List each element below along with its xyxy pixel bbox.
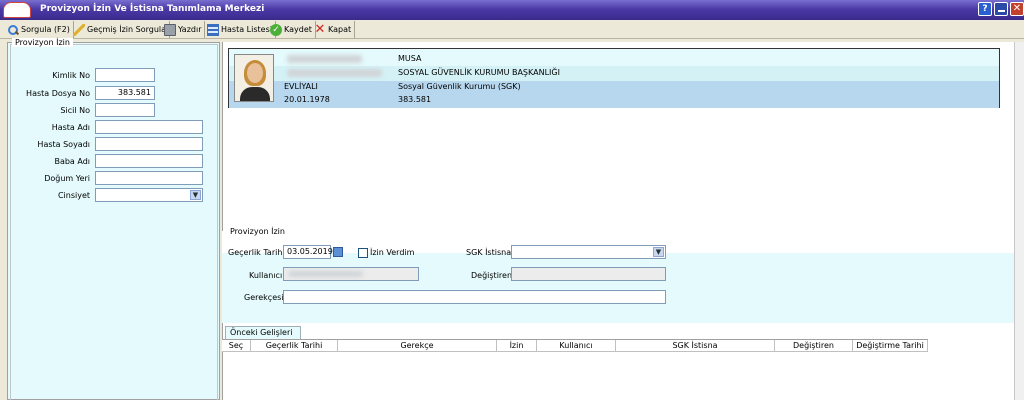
gecerlik-tarihi-input[interactable]: 03.05.2019	[283, 245, 333, 259]
kullanici-label: Kullanıcı	[249, 271, 283, 280]
vertical-scrollbar[interactable]	[1014, 42, 1024, 400]
check-icon: ✓	[270, 23, 282, 36]
column-header[interactable]: SGK İstisna	[616, 340, 775, 352]
gecerlik-tarihi-label: Geçerlik Tarihi	[228, 248, 285, 257]
column-header[interactable]: İzin	[497, 340, 537, 352]
cinsiyet-select[interactable]: ▼	[95, 188, 203, 202]
hasta-listesi-button[interactable]: Hasta Listesi	[204, 21, 276, 38]
patient-card: MUSA SOSYAL GÜVENLİK KURUMU BAŞKANLIĞI E…	[228, 48, 1000, 108]
gecmis-izin-sorgula-button[interactable]: Geçmiş İzin Sorgula	[70, 21, 171, 38]
chevron-down-icon[interactable]: ▼	[653, 247, 664, 257]
column-header[interactable]: Kullanıcı	[537, 340, 616, 352]
column-header[interactable]: Değiştirme Tarihi	[853, 340, 928, 352]
column-header[interactable]: Gerekçe	[338, 340, 497, 352]
izin-verdim-checkbox[interactable]	[358, 248, 368, 258]
hasta-adi-input[interactable]	[95, 120, 203, 134]
kapat-label: Kapat	[328, 25, 352, 34]
tab-onceki-gelisleri[interactable]: Önceki Gelişleri	[225, 326, 301, 339]
minimize-button[interactable]	[994, 2, 1008, 16]
kaydet-label: Kaydet	[284, 25, 312, 34]
search-panel-legend: Provizyon İzin	[12, 38, 73, 47]
column-header[interactable]: Seç	[222, 340, 251, 352]
sorgula-button[interactable]: Sorgula (F2)	[4, 21, 74, 38]
sgk-istisna-select[interactable]: ▼	[511, 245, 666, 259]
chevron-down-icon[interactable]: ▼	[190, 190, 201, 200]
kimlik-no-input[interactable]	[95, 68, 155, 82]
redacted-text	[287, 55, 362, 63]
patient-file-no: 383.581	[398, 95, 432, 104]
printer-icon	[164, 23, 176, 36]
patient-card-row	[229, 81, 999, 108]
hasta-dosya-no-label: Hasta Dosya No	[26, 89, 90, 98]
yazdir-button[interactable]: Yazdır	[161, 21, 206, 38]
help-button[interactable]: ?	[978, 2, 992, 16]
search-icon	[7, 24, 19, 36]
avatar-face	[247, 63, 263, 83]
hasta-dosya-no-input[interactable]: 383.581	[95, 86, 155, 100]
sicil-no-input[interactable]	[95, 103, 155, 117]
patient-birth-date: 20.01.1978	[284, 95, 330, 104]
degistiren-input	[511, 267, 666, 281]
patient-insurance: Sosyal Güvenlik Kurumu (SGK)	[398, 82, 521, 91]
close-icon: ✕	[314, 21, 326, 37]
redacted-text	[287, 69, 382, 77]
window-title: Provizyon İzin Ve İstisna Tanımlama Merk…	[40, 4, 265, 14]
redacted-text	[288, 271, 363, 277]
avatar-body	[240, 87, 270, 101]
patient-name: MUSA	[398, 54, 422, 63]
hasta-listesi-label: Hasta Listesi	[221, 25, 272, 34]
toolbar: Sorgula (F2) Geçmiş İzin Sorgula Yazdır …	[0, 20, 1024, 39]
kaydet-button[interactable]: ✓ Kaydet	[267, 21, 316, 38]
column-header[interactable]: Geçerlik Tarihi	[251, 340, 338, 352]
gerekce-input[interactable]	[283, 290, 666, 304]
yazdir-label: Yazdır	[178, 25, 202, 34]
history-grid-header: Seç Geçerlik Tarihi Gerekçe İzin Kullanı…	[222, 339, 928, 352]
patient-institution: SOSYAL GÜVENLİK KURUMU BAŞKANLIĞI	[398, 68, 560, 77]
degistiren-label: Değiştiren	[471, 271, 513, 280]
cinsiyet-label: Cinsiyet	[57, 191, 90, 200]
baba-adi-label: Baba Adı	[54, 157, 90, 166]
sicil-no-label: Sicil No	[60, 106, 90, 115]
patient-surname: EVLİYALI	[284, 82, 318, 91]
sgk-istisna-label: SGK İstisna	[466, 248, 512, 257]
calendar-icon[interactable]	[333, 247, 343, 257]
close-window-button[interactable]: ✕	[1010, 2, 1024, 16]
pen-icon	[73, 23, 85, 36]
dogum-yeri-label: Doğum Yeri	[44, 174, 90, 183]
hasta-soyadi-label: Hasta Soyadı	[37, 140, 90, 149]
dogum-yeri-input[interactable]	[95, 171, 203, 185]
column-header[interactable]: Değiştiren	[775, 340, 853, 352]
app-logo-icon	[3, 2, 31, 18]
title-bar: Provizyon İzin Ve İstisna Tanımlama Merk…	[0, 0, 1024, 20]
kullanici-input	[283, 267, 419, 281]
izin-verdim-label: İzin Verdim	[370, 248, 415, 257]
hasta-soyadi-input[interactable]	[95, 137, 203, 151]
sorgula-label: Sorgula (F2)	[21, 25, 70, 34]
list-icon	[207, 23, 219, 36]
provizyon-legend: Provizyon İzin	[228, 227, 287, 236]
kapat-button[interactable]: ✕ Kapat	[311, 21, 356, 38]
avatar	[234, 54, 274, 102]
hasta-adi-label: Hasta Adı	[51, 123, 90, 132]
gecmis-label: Geçmiş İzin Sorgula	[87, 25, 167, 34]
gerekce-label: Gerekçesi	[244, 293, 284, 302]
kimlik-no-label: Kimlik No	[52, 71, 90, 80]
baba-adi-input[interactable]	[95, 154, 203, 168]
